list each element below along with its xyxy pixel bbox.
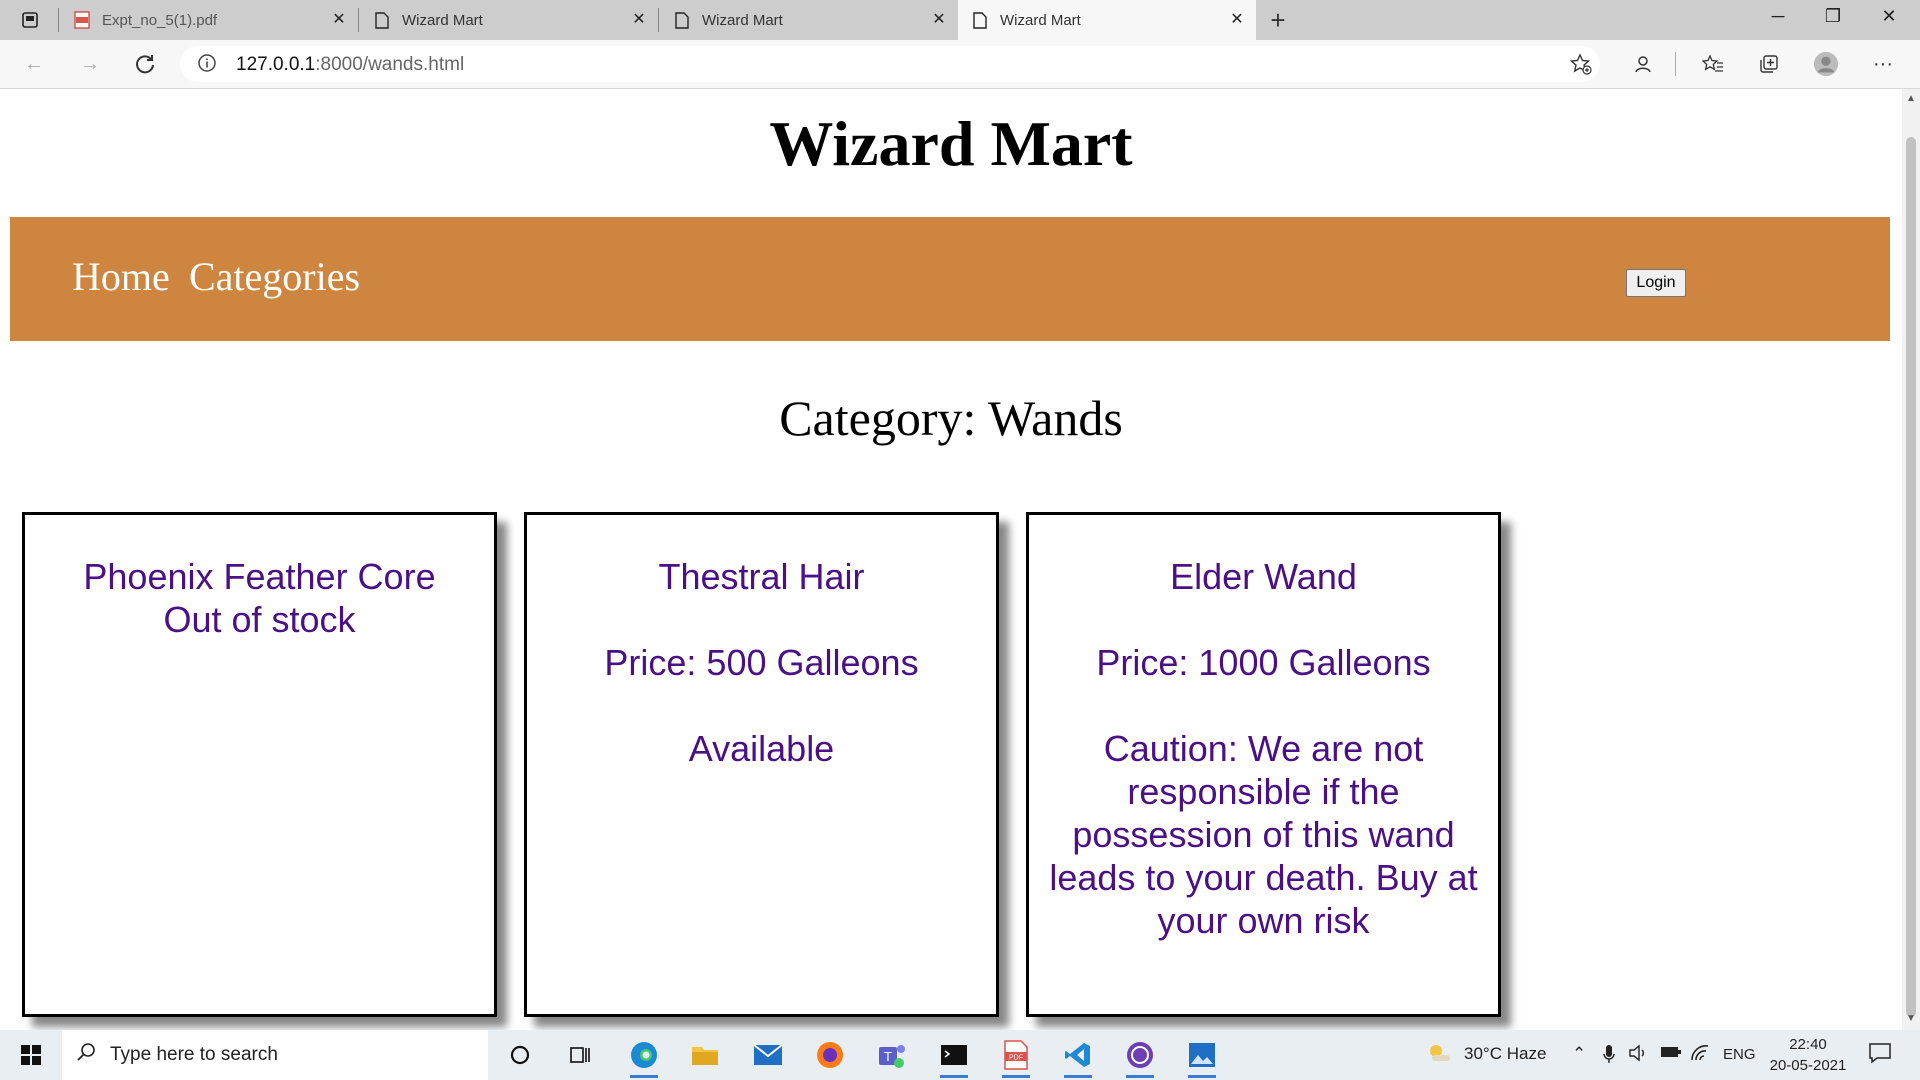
url-path: :8000/wands.html (315, 54, 465, 75)
product-card-phoenix-feather-core[interactable]: Phoenix Feather Core Out of stock (22, 512, 497, 1017)
photos-icon[interactable] (1184, 1038, 1220, 1078)
task-view-icon[interactable] (562, 1038, 598, 1072)
url-host: 127.0.0.1 (236, 54, 316, 75)
site-title: Wizard Mart (769, 108, 1133, 179)
forward-button[interactable]: → (76, 50, 104, 78)
weather-text[interactable]: 30°C Haze (1464, 1044, 1546, 1064)
address-bar: ← → 127.0.0.1:8000/wands.html ··· (0, 40, 1920, 89)
teams-icon[interactable]: T (874, 1038, 910, 1072)
tab-wizard-mart-2[interactable]: Wizard Mart ✕ (660, 0, 958, 40)
category-heading: Category: Wands (779, 390, 1123, 446)
product-caution: Caution: We are not responsible if the p… (1049, 728, 1478, 941)
mail-icon[interactable] (750, 1038, 786, 1072)
windows-start-icon[interactable] (13, 1038, 49, 1072)
page-scrollbar[interactable]: ▲ ▼ (1902, 89, 1920, 1030)
add-favorite-icon[interactable] (1569, 53, 1592, 80)
product-name: Thestral Hair (658, 556, 865, 597)
close-tab-icon[interactable]: ✕ (330, 11, 348, 29)
wifi-icon[interactable] (1690, 1044, 1710, 1067)
cortana-icon[interactable] (502, 1038, 538, 1072)
collections-icon[interactable] (1756, 51, 1782, 77)
page-icon (374, 11, 390, 29)
close-window-icon[interactable]: ✕ (1866, 6, 1912, 27)
tab-wizard-mart-active[interactable]: Wizard Mart ✕ (958, 0, 1256, 40)
pdf-icon (74, 11, 90, 29)
pdf-reader-icon[interactable]: PDF (998, 1038, 1034, 1078)
product-price: Price: 1000 Galleons (1096, 642, 1431, 683)
nav-home-link[interactable]: Home (72, 253, 170, 300)
language-indicator[interactable]: ENG (1723, 1046, 1756, 1063)
clock[interactable]: 22:40 20-05-2021 (1768, 1034, 1848, 1076)
weather-icon[interactable] (1426, 1042, 1452, 1069)
show-hidden-icons[interactable]: ⌃ (1572, 1044, 1586, 1064)
microphone-icon[interactable] (1602, 1044, 1616, 1069)
close-tab-icon[interactable]: ✕ (930, 11, 948, 29)
product-stock-status: Out of stock (163, 599, 356, 640)
close-tab-icon[interactable]: ✕ (630, 11, 648, 29)
search-icon (76, 1042, 96, 1068)
tab-bar: Expt_no_5(1).pdf ✕ Wizard Mart ✕ Wizard … (0, 0, 1920, 40)
vscode-icon[interactable] (1060, 1038, 1096, 1078)
back-button[interactable]: ← (20, 50, 48, 78)
tab-title: Wizard Mart (402, 11, 483, 29)
volume-icon[interactable] (1628, 1044, 1648, 1067)
svg-text:PDF: PDF (1009, 1055, 1023, 1062)
product-availability: Available (688, 728, 835, 769)
product-name: Elder Wand (1170, 556, 1357, 597)
scroll-thumb[interactable] (1906, 137, 1916, 1017)
tab-actions-icon[interactable] (16, 6, 44, 34)
more-menu-icon[interactable]: ··· (1870, 51, 1896, 77)
nav-bar: Home Categories Login (10, 217, 1890, 341)
github-desktop-icon[interactable] (1122, 1038, 1158, 1078)
page-icon (972, 11, 988, 29)
scroll-down-icon[interactable]: ▼ (1906, 1013, 1916, 1024)
scroll-up-icon[interactable]: ▲ (1906, 93, 1916, 104)
tab-title: Expt_no_5(1).pdf (102, 11, 218, 29)
taskbar: Type here to search T PDF 30°C Haze ⌃ EN… (0, 1030, 1920, 1080)
battery-icon[interactable] (1660, 1044, 1682, 1064)
url-text[interactable]: 127.0.0.1:8000/wands.html (236, 54, 464, 76)
date: 20-05-2021 (1769, 1057, 1847, 1074)
time: 22:40 (1789, 1036, 1827, 1053)
notifications-icon[interactable] (1868, 1042, 1892, 1069)
product-card-elder-wand[interactable]: Elder Wand Price: 1000 Galleons Caution:… (1026, 512, 1501, 1017)
tab-title: Wizard Mart (1000, 11, 1081, 29)
extensions-icon[interactable] (1630, 51, 1656, 77)
tab-title: Wizard Mart (702, 11, 783, 29)
tab-pdf[interactable]: Expt_no_5(1).pdf ✕ (60, 0, 358, 40)
product-card-thestral-hair[interactable]: Thestral Hair Price: 500 Galleons Availa… (524, 512, 999, 1017)
file-explorer-icon[interactable] (687, 1038, 723, 1072)
tab-wizard-mart-1[interactable]: Wizard Mart ✕ (360, 0, 658, 40)
edge-icon[interactable] (626, 1038, 662, 1078)
page-icon (674, 11, 690, 29)
new-tab-button[interactable]: + (1264, 5, 1292, 35)
favorites-icon[interactable] (1700, 51, 1726, 77)
restore-icon[interactable]: ❐ (1810, 6, 1856, 27)
refresh-icon[interactable] (131, 50, 159, 78)
terminal-icon[interactable] (936, 1038, 972, 1078)
product-price: Price: 500 Galleons (604, 642, 919, 683)
nav-categories-link[interactable]: Categories (189, 253, 360, 300)
url-box[interactable]: 127.0.0.1:8000/wands.html (180, 46, 1600, 82)
svg-text:T: T (884, 1049, 892, 1064)
profile-avatar[interactable] (1813, 51, 1839, 77)
product-name: Phoenix Feather Core (83, 556, 436, 597)
login-button[interactable]: Login (1626, 269, 1686, 297)
web-page: Wizard Mart Home Categories Login Catego… (0, 89, 1902, 1030)
firefox-icon[interactable] (812, 1038, 848, 1072)
minimize-icon[interactable]: ─ (1755, 6, 1801, 27)
taskbar-search[interactable]: Type here to search (62, 1030, 488, 1080)
info-icon[interactable] (197, 53, 217, 78)
search-placeholder: Type here to search (110, 1044, 278, 1065)
close-tab-icon[interactable]: ✕ (1228, 11, 1246, 29)
